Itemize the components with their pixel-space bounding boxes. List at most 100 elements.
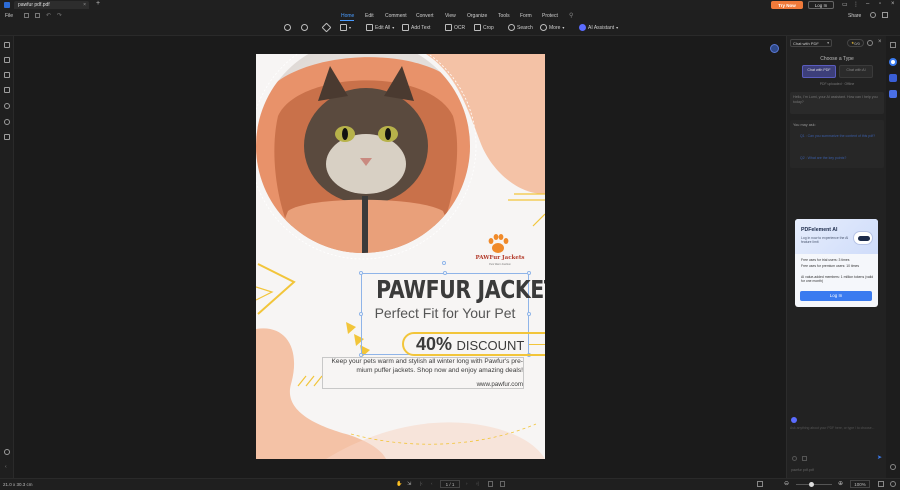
zoom-slider[interactable]: [796, 482, 832, 487]
chart-icon[interactable]: [802, 456, 807, 461]
ai-assistant-label: AI Assistant: [588, 24, 615, 31]
zoom-out-status-icon[interactable]: ⊖: [784, 480, 789, 487]
save-icon[interactable]: [24, 13, 29, 18]
collapse-sidebar-icon[interactable]: ‹: [5, 464, 7, 470]
menu-edit[interactable]: Edit: [365, 13, 374, 19]
close-tab-icon[interactable]: ×: [83, 2, 86, 8]
single-page-icon[interactable]: [488, 481, 493, 487]
promo-login-button[interactable]: Log In: [800, 291, 872, 301]
type-option-chat-pdf[interactable]: Chat with PDF: [802, 65, 836, 78]
new-tab-button[interactable]: +: [96, 0, 100, 7]
settings-rail-icon[interactable]: [890, 464, 896, 470]
crop-button[interactable]: Crop: [474, 24, 494, 31]
view-mode-icon[interactable]: [757, 481, 763, 487]
menu-protect[interactable]: Protect: [542, 13, 558, 19]
fit-page-icon[interactable]: [500, 481, 505, 487]
headline[interactable]: PAWFUR JACKETS: [376, 275, 545, 304]
zoom-in-status-icon[interactable]: ⊕: [838, 480, 843, 487]
menu-tools[interactable]: Tools: [498, 13, 510, 19]
body-text[interactable]: Keep your pets warm and stylish all wint…: [324, 358, 523, 375]
document-tab[interactable]: pawfur pdf.pdf ×: [14, 1, 89, 9]
zoom-level[interactable]: 100%: [850, 480, 870, 488]
floating-ai-icon[interactable]: [770, 44, 779, 53]
send-icon[interactable]: ➤: [877, 454, 882, 461]
ocr-button[interactable]: OCR: [445, 24, 465, 31]
shape-button[interactable]: ▾: [340, 24, 351, 31]
suggestion-item[interactable]: Q2 : What are the key points?: [800, 156, 882, 160]
search-menu-icon[interactable]: ⚲: [569, 12, 573, 19]
translate-icon[interactable]: [889, 74, 897, 82]
print-icon[interactable]: [35, 13, 40, 18]
hand-tool-icon[interactable]: ✋: [396, 481, 402, 487]
file-menu[interactable]: File: [5, 13, 13, 19]
prev-page-icon[interactable]: ‹: [431, 481, 433, 486]
zoom-slider-thumb[interactable]: [809, 482, 814, 487]
search-panel-icon[interactable]: [4, 119, 10, 125]
zoom-in-button[interactable]: [301, 24, 308, 31]
redo-icon[interactable]: ↷: [57, 12, 62, 19]
zoom-out-button[interactable]: [284, 24, 291, 31]
undo-icon[interactable]: ↶: [46, 12, 51, 19]
thumbnails-icon[interactable]: [4, 42, 10, 48]
share-button[interactable]: Share: [848, 13, 861, 19]
ai-chat-rail-icon[interactable]: [889, 58, 897, 66]
close-panel-icon[interactable]: ×: [878, 39, 882, 45]
ai-assistant-icon: [579, 24, 586, 31]
type-option-chat-ai[interactable]: Chat with AI: [839, 65, 873, 78]
last-page-icon[interactable]: ›|: [476, 481, 479, 486]
more-button[interactable]: More ▾: [540, 24, 564, 31]
edit-all-button[interactable]: Edit All ▾: [366, 24, 394, 31]
summary-icon[interactable]: [889, 90, 897, 98]
subheadline[interactable]: Perfect Fit for Your Pet: [361, 305, 529, 321]
maximize-icon[interactable]: ▫: [879, 1, 881, 7]
add-text-button[interactable]: Add Text: [402, 24, 430, 31]
ai-mode-select[interactable]: Chat with PDF ▾: [790, 39, 832, 47]
document-canvas[interactable]: PAWFur Jackets Pets Warm Fashion PAWFUR …: [15, 36, 786, 478]
first-page-icon[interactable]: |‹: [420, 481, 423, 486]
help-circle-icon[interactable]: [4, 449, 10, 455]
right-rail: [886, 36, 900, 478]
close-window-icon[interactable]: ×: [891, 1, 895, 7]
panel-toggle-icon[interactable]: [890, 42, 896, 48]
chat-input[interactable]: Ask anything about your PDF here, or typ…: [790, 426, 880, 440]
menu-form[interactable]: Form: [520, 13, 532, 19]
expand-icon[interactable]: [882, 12, 888, 18]
menu-home[interactable]: Home: [341, 13, 354, 19]
select-tool-icon[interactable]: ⇲: [407, 481, 411, 487]
menu-view[interactable]: View: [445, 13, 456, 19]
search-button[interactable]: Search: [508, 24, 533, 31]
pdf-page[interactable]: PAWFur Jackets Pets Warm Fashion PAWFUR …: [256, 54, 545, 459]
page-indicator[interactable]: 1 / 1: [440, 480, 460, 488]
bookmark-icon[interactable]: [4, 57, 10, 63]
stamp-icon[interactable]: [4, 134, 10, 140]
attachment-icon[interactable]: [4, 103, 10, 109]
user-icon[interactable]: [870, 12, 876, 18]
settings-status-icon[interactable]: [890, 481, 896, 487]
resize-handle-tl[interactable]: [359, 271, 363, 275]
menu-convert[interactable]: Convert: [416, 13, 434, 19]
info-icon[interactable]: [867, 40, 873, 46]
settings-icon[interactable]: ⋮: [853, 1, 859, 8]
fullscreen-icon[interactable]: [878, 481, 884, 487]
brand-name: PAWFur Jackets: [475, 255, 525, 261]
login-button[interactable]: Log In: [808, 1, 834, 9]
next-page-icon[interactable]: ›: [466, 481, 468, 486]
menu-organize[interactable]: Organize: [467, 13, 487, 19]
page-size: 21.0 x 30.3 cm: [3, 482, 33, 487]
rotate-handle[interactable]: [442, 261, 446, 265]
comment-icon[interactable]: [4, 72, 10, 78]
token-counter[interactable]: ★ 0/0: [847, 39, 864, 47]
suggestion-item[interactable]: Q1 : Can you summarize the content of th…: [800, 134, 882, 139]
ai-assistant-button[interactable]: AI Assistant ▾: [579, 24, 618, 31]
website-text[interactable]: www.pawfur.com: [436, 381, 523, 388]
minimize-icon[interactable]: –: [866, 1, 869, 7]
status-bar: 21.0 x 30.3 cm ✋ ⇲ |‹ ‹ 1 / 1 › ›| ⊖ ⊕ 1…: [0, 478, 900, 490]
try-now-button[interactable]: Try Now: [771, 1, 803, 9]
highlight-button[interactable]: [321, 22, 332, 33]
emoji-icon[interactable]: [792, 456, 797, 461]
menu-comment[interactable]: Comment: [385, 13, 407, 19]
discount-text[interactable]: 40% DISCOUNT: [416, 334, 524, 355]
layers-icon[interactable]: [4, 87, 10, 93]
left-sidebar: ‹: [0, 36, 14, 478]
help-icon[interactable]: ▭: [842, 1, 848, 8]
